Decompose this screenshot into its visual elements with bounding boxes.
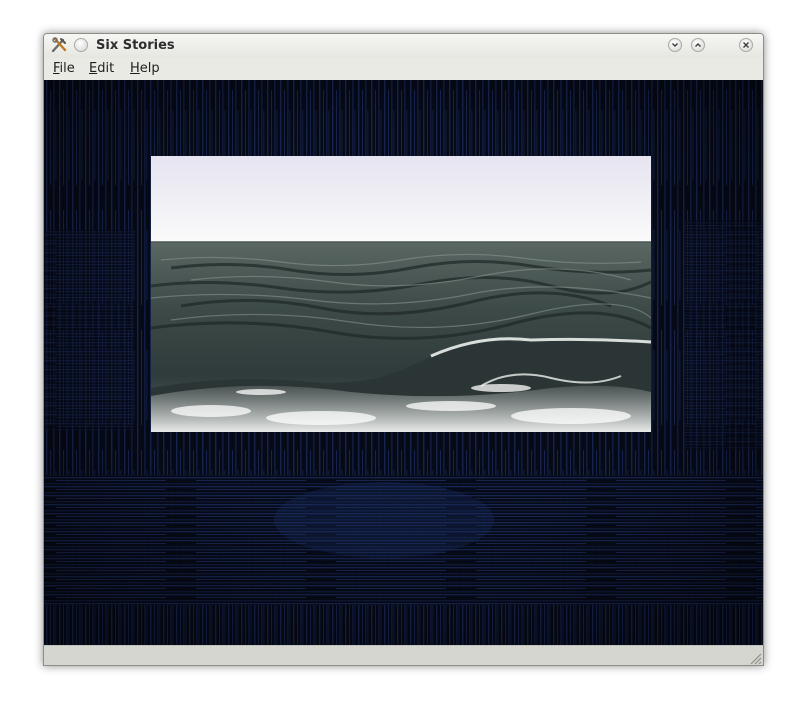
status-bar <box>44 645 763 665</box>
menu-help[interactable]: Help <box>130 61 160 77</box>
minimize-button[interactable] <box>668 38 682 52</box>
maximize-button[interactable] <box>691 38 705 52</box>
image-viewport[interactable] <box>44 80 763 645</box>
window-title: Six Stories <box>96 38 175 53</box>
menu-edit[interactable]: Edit <box>89 61 114 77</box>
sea-photo <box>151 156 651 432</box>
resize-grip-icon[interactable] <box>748 651 762 665</box>
menu-file[interactable]: File <box>53 61 75 77</box>
close-button[interactable] <box>739 38 753 52</box>
close-icon <box>743 42 749 48</box>
chevron-up-icon <box>695 43 701 47</box>
window-menu-button[interactable] <box>74 38 88 52</box>
chevron-down-icon <box>672 43 678 47</box>
menu-bar: File Edit Help <box>44 58 763 80</box>
title-bar[interactable]: Six Stories <box>44 34 763 58</box>
tools-icon[interactable] <box>51 37 67 53</box>
main-window: Six Stories File Edit Help <box>43 33 764 666</box>
